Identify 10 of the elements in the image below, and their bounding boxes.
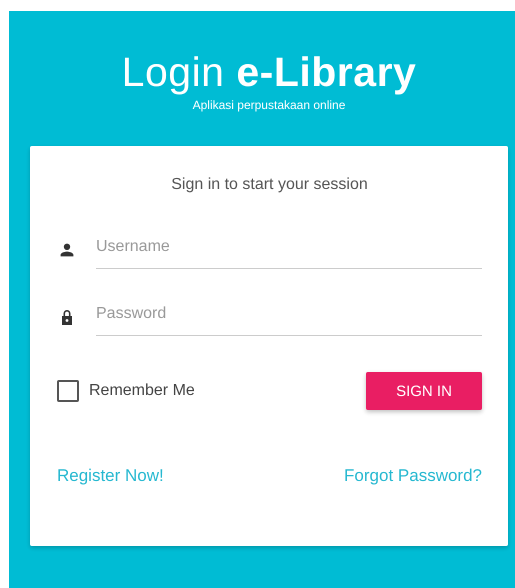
password-field[interactable]: Password xyxy=(96,305,482,336)
register-link[interactable]: Register Now! xyxy=(57,466,164,486)
sign-in-button[interactable]: SIGN IN xyxy=(366,372,482,410)
forgot-password-link[interactable]: Forgot Password? xyxy=(344,466,482,486)
remember-checkbox[interactable] xyxy=(57,380,79,402)
remember-label: Remember Me xyxy=(89,382,195,400)
page-title: Login e-Library xyxy=(122,49,416,95)
subtitle: Aplikasi perpustakaan online xyxy=(192,98,346,112)
session-message: Sign in to start your session xyxy=(170,176,369,194)
username-field[interactable]: Username xyxy=(96,238,482,269)
